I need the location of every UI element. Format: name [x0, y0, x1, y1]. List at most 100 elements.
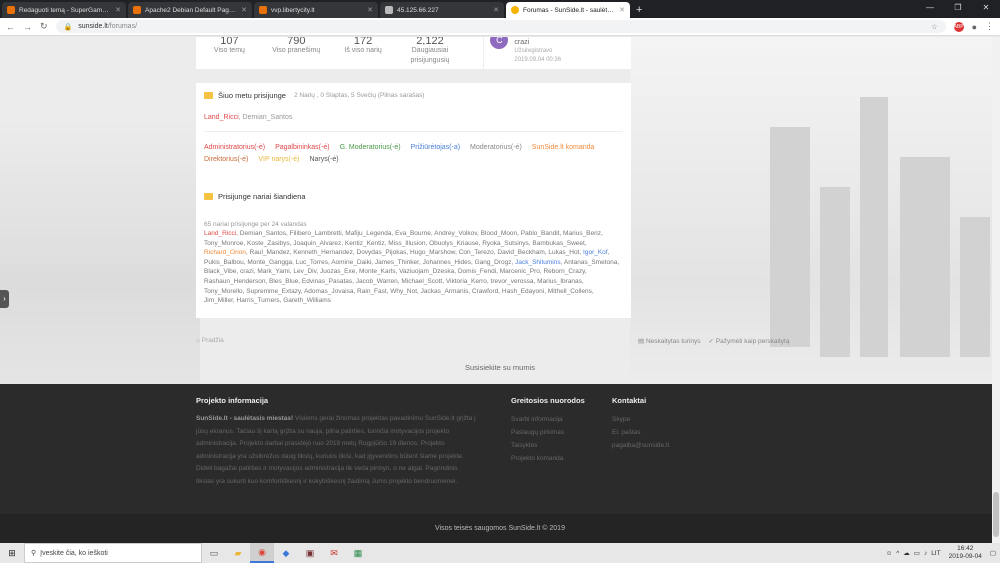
browser-tab-bar: Redaguoti temą - SuperGames.lt ✕ Apache2 D…: [0, 0, 1000, 18]
tab-close-icon[interactable]: ✕: [493, 6, 499, 14]
member-list-segment[interactable]: , Demian_Santos, Filibero_Lambretti, Maf…: [204, 230, 603, 247]
notifications-icon[interactable]: ▢: [990, 549, 996, 557]
favicon-icon: [511, 6, 519, 14]
tab-close-icon[interactable]: ✕: [241, 6, 247, 14]
tab-close-icon[interactable]: ✕: [115, 6, 121, 14]
footer-heading: Kontaktai: [612, 396, 647, 405]
windows-start-icon[interactable]: ⊞: [0, 543, 24, 563]
maximize-icon[interactable]: ❐: [944, 0, 972, 18]
menu-icon[interactable]: ⋮: [985, 21, 994, 32]
online-user[interactable]: Demian_Santos: [243, 114, 293, 121]
network-icon[interactable]: ▭: [914, 549, 920, 557]
newest-member-name[interactable]: crazi: [514, 39, 529, 46]
footer-link[interactable]: Projekto komanda: [511, 452, 601, 465]
side-panel-toggle[interactable]: ›: [0, 290, 9, 308]
tab-title: 45.125.66.227: [397, 6, 439, 14]
copyright: Visos teisės saugomos SunSide.lt © 2019: [0, 514, 1000, 543]
language-indicator[interactable]: LIT: [931, 550, 940, 557]
group-legend-item: Prižiūrėtojas(-a): [410, 144, 461, 151]
doc-icon: ▤: [638, 338, 646, 345]
file-explorer-icon[interactable]: ▰: [226, 543, 250, 563]
highlighted-member[interactable]: Igor_Kof: [583, 249, 608, 256]
group-legend-item: Narys(-ė): [309, 156, 339, 163]
task-view-icon[interactable]: ▭: [202, 543, 226, 563]
search-icon: ⚲: [31, 550, 37, 557]
page-scrollbar[interactable]: [992, 37, 1000, 543]
footer-link[interactable]: El. paštas: [612, 426, 712, 439]
group-legend: Administratorius(-ė) Pagalbininkas(-ė) G. …: [204, 142, 623, 166]
contact-us-link[interactable]: Susisiekite su mumis: [0, 363, 1000, 372]
footer-project-bold: SunSide.lt - saulėtasis miestas!: [196, 415, 294, 422]
page-viewport: › 107 Viso temų 790 Viso pranešimų 172 I…: [0, 37, 1000, 543]
highlighted-member[interactable]: Land_Ricci: [204, 230, 236, 237]
unread-content-link[interactable]: ▤ Neskaitytas turinys: [638, 337, 701, 345]
close-icon[interactable]: ✕: [972, 0, 1000, 18]
browser-tab[interactable]: Forumas - SunSide.lt - saulėtasis ✕: [506, 2, 630, 18]
chrome-icon[interactable]: ◉: [250, 543, 274, 563]
browser-tab[interactable]: Apache2 Debian Default Page: It ✕: [128, 2, 252, 18]
extension-icon[interactable]: ABP: [953, 21, 964, 32]
footer-quick-links: Greitosios nuorodos Svarbi informacija P…: [511, 396, 601, 465]
minimize-icon[interactable]: —: [916, 0, 944, 18]
online-today-names: Land_Ricci, Demian_Santos, Filibero_Lamb…: [204, 229, 623, 306]
tab-title: Redaguoti temą - SuperGames.lt: [19, 6, 112, 14]
online-user[interactable]: Land_Ricci: [204, 114, 239, 121]
browser-tab[interactable]: 45.125.66.227 ✕: [380, 2, 504, 18]
tab-close-icon[interactable]: ✕: [367, 6, 373, 14]
reload-icon[interactable]: ↻: [40, 21, 48, 32]
footer-link[interactable]: Taisyklės: [511, 439, 601, 452]
address-bar[interactable]: 🔒 sunside.lt/forumas/ ☆: [55, 20, 946, 33]
people-icon[interactable]: ☺: [886, 550, 893, 557]
background-art-left: [0, 117, 200, 397]
stat-topics: 107 Viso temų: [196, 37, 263, 69]
online-today-header: Prisijunge nariai šiandiena: [204, 192, 623, 201]
chevron-up-icon[interactable]: ^: [896, 550, 899, 557]
avatar[interactable]: C: [490, 37, 509, 49]
game-app-icon[interactable]: ▣: [298, 543, 322, 563]
clock-time: 16:42: [957, 545, 974, 552]
chat-bubble-icon: [204, 193, 213, 200]
breadcrumb[interactable]: ⌂ Pradžia: [196, 337, 224, 344]
online-now-summary[interactable]: 2 Narių , 0 Slaptas, 5 Svečių (Pilnas sa…: [294, 92, 424, 99]
taskbar-search-placeholder: Įveskite čia, ko ieškoti: [40, 549, 108, 557]
group-legend-item: Direktorius(-ė): [204, 156, 249, 163]
footer-project-info: Projekto informacija SunSide.lt - saulėt…: [196, 396, 476, 489]
taskbar-search[interactable]: ⚲ Įveskite čia, ko ieškoti: [24, 543, 202, 563]
mail-app-icon[interactable]: ✉: [322, 543, 346, 563]
online-now-header: Šiuo metu prisijunge 2 Narių , 0 Slaptas…: [204, 91, 623, 100]
site-footer: Projekto informacija SunSide.lt - saulėt…: [0, 384, 1000, 514]
breadcrumb-home[interactable]: Pradžia: [202, 337, 224, 344]
stat-label: Daugiausiai prisijungusių: [410, 47, 450, 64]
network-app-icon[interactable]: ▦: [346, 543, 370, 563]
taskbar-clock[interactable]: 16:42 2019-09-04: [945, 545, 986, 561]
mark-read-link[interactable]: ✓ Pažymėti kaip perskaitytą: [709, 337, 790, 345]
group-legend-item: Moderatorius(-ė): [470, 144, 522, 151]
footer-heading: Greitosios nuorodos: [511, 396, 585, 405]
favicon-icon: [385, 6, 393, 14]
url-host: sunside.lt: [78, 23, 108, 30]
browser-tab[interactable]: vvp.libertycity.lt ✕: [254, 2, 378, 18]
newest-member-status: Užsiregistravo: [514, 48, 553, 54]
new-tab-button[interactable]: +: [630, 4, 648, 18]
unread-label: Neskaitytas turinys: [645, 338, 701, 345]
highlighted-member[interactable]: Richard_Orion: [204, 249, 246, 256]
app-icon[interactable]: ◆: [274, 543, 298, 563]
scrollbar-thumb[interactable]: [993, 492, 999, 537]
online-today-title: Prisijunge nariai šiandiena: [218, 192, 306, 201]
member-list-segment[interactable]: , Raul_Mandez, Kenneth_Hernandez, Dovyda…: [246, 249, 583, 256]
tab-close-icon[interactable]: ✕: [619, 6, 625, 14]
footer-link[interactable]: Paslaugų pirkimas: [511, 426, 601, 439]
browser-tab[interactable]: Redaguoti temą - SuperGames.lt ✕: [2, 2, 126, 18]
footer-link[interactable]: Skype: [612, 413, 712, 426]
online-user-list: Land_Ricci, Demian_Santos: [204, 114, 623, 132]
browser-toolbar: ← → ↻ 🔒 sunside.lt/forumas/ ☆ ABP ● ⋮: [0, 18, 1000, 36]
bookmark-star-icon[interactable]: ☆: [931, 23, 937, 31]
back-icon[interactable]: ←: [6, 22, 15, 32]
profile-icon[interactable]: ●: [972, 22, 977, 32]
highlighted-member[interactable]: Jack_Shitumins: [515, 259, 561, 266]
footer-link[interactable]: pagalba@sunside.lt: [612, 439, 712, 452]
footer-link[interactable]: Svarbi informacija: [511, 413, 601, 426]
cloud-icon[interactable]: ☁: [903, 549, 910, 557]
volume-icon[interactable]: ♪: [924, 550, 927, 557]
forward-icon[interactable]: →: [23, 22, 32, 32]
